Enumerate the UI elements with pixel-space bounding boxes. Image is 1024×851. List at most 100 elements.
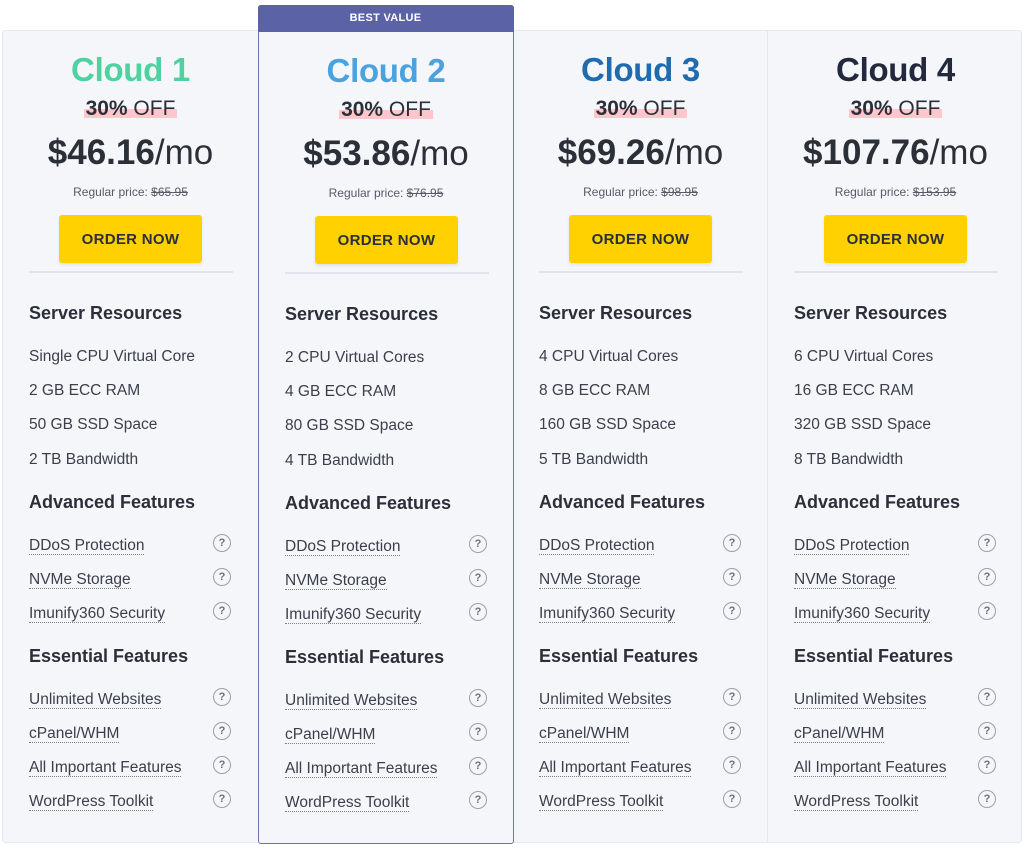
advanced-feature-link[interactable]: DDoS Protection	[794, 537, 910, 555]
essential-feature-link[interactable]: cPanel/WHM	[539, 725, 630, 743]
plan-name: Cloud 2	[326, 52, 446, 89]
advanced-feature-link[interactable]: DDoS Protection	[539, 537, 655, 555]
help-icon[interactable]: ?	[723, 756, 741, 774]
order-now-button[interactable]: ORDER NOW	[824, 215, 967, 263]
best-value-badge: BEST VALUE	[257, 4, 514, 32]
server-resource-item: 4 GB ECC RAM	[285, 383, 397, 400]
advanced-feature-link[interactable]: DDoS Protection	[285, 538, 401, 556]
help-icon[interactable]: ?	[213, 534, 231, 552]
server-resource-item: 160 GB SSD Space	[539, 416, 676, 433]
help-icon[interactable]: ?	[213, 722, 231, 740]
price-period: /mo	[664, 133, 724, 172]
plan-card-cloud-1: Cloud 1 30% OFF $46.16/mo Regular price: $6…	[3, 31, 258, 842]
essential-feature-link[interactable]: WordPress Toolkit	[29, 793, 154, 811]
help-icon[interactable]: ?	[213, 568, 231, 586]
order-now-button[interactable]: ORDER NOW	[315, 216, 458, 264]
essential-feature-link[interactable]: cPanel/WHM	[794, 725, 885, 743]
help-icon[interactable]: ?	[213, 688, 231, 706]
server-resource-item: Single CPU Virtual Core	[29, 348, 195, 365]
server-resource-item: 2 CPU Virtual Cores	[285, 349, 425, 366]
discount-label: 30% OFF	[768, 97, 1023, 121]
essential-feature-link[interactable]: All Important Features	[539, 759, 692, 777]
price-amount: $46.16	[47, 133, 155, 172]
price-period: /mo	[929, 133, 988, 172]
server-resource-item: 5 TB Bandwidth	[539, 451, 649, 468]
help-icon[interactable]: ?	[978, 790, 996, 808]
regular-price-label: Regular price:	[583, 185, 662, 199]
help-icon[interactable]: ?	[978, 756, 996, 774]
help-icon[interactable]: ?	[723, 722, 741, 740]
plan-name: Cloud 3	[581, 51, 700, 88]
help-icon[interactable]: ?	[723, 602, 741, 620]
essential-feature-link[interactable]: cPanel/WHM	[285, 726, 376, 744]
essential-feature-link[interactable]: All Important Features	[794, 759, 947, 777]
advanced-feature-link[interactable]: Imunify360 Security	[794, 605, 931, 623]
order-now-button[interactable]: ORDER NOW	[569, 215, 712, 263]
help-icon[interactable]: ?	[978, 534, 996, 552]
regular-price-value: $65.95	[151, 185, 188, 199]
help-icon[interactable]: ?	[469, 689, 487, 707]
price-amount: $107.76	[803, 133, 930, 172]
discount-highlight: 30% OFF	[83, 97, 178, 121]
help-icon[interactable]: ?	[213, 602, 231, 620]
essential-feature-link[interactable]: Unlimited Websites	[285, 692, 418, 710]
help-icon[interactable]: ?	[469, 535, 487, 553]
essential-feature-link[interactable]: Unlimited Websites	[794, 691, 927, 709]
essential-feature-link[interactable]: All Important Features	[29, 759, 182, 777]
discount-highlight: 30% OFF	[593, 97, 688, 121]
help-icon[interactable]: ?	[978, 722, 996, 740]
essential-feature-link[interactable]: Unlimited Websites	[539, 691, 672, 709]
help-icon[interactable]: ?	[469, 757, 487, 775]
order-now-button[interactable]: ORDER NOW	[59, 215, 202, 263]
help-icon[interactable]: ?	[723, 568, 741, 586]
plan-card-cloud-3: Cloud 3 30% OFF $69.26/mo Regular price: $9…	[513, 31, 768, 842]
essential-feature-link[interactable]: cPanel/WHM	[29, 725, 120, 743]
advanced-feature-link[interactable]: DDoS Protection	[29, 537, 145, 555]
advanced-feature-link[interactable]: Imunify360 Security	[285, 606, 422, 624]
discount-off: OFF	[892, 97, 941, 120]
discount-label: 30% OFF	[259, 98, 513, 122]
advanced-feature-link[interactable]: Imunify360 Security	[539, 605, 676, 623]
regular-price-value: $153.95	[912, 185, 957, 199]
price-amount: $53.86	[303, 134, 411, 173]
server-resource-item: 4 TB Bandwidth	[285, 452, 395, 469]
essential-features-title: Essential Features	[29, 646, 189, 666]
help-icon[interactable]: ?	[978, 568, 996, 586]
advanced-feature-link[interactable]: Imunify360 Security	[29, 605, 166, 623]
help-icon[interactable]: ?	[978, 602, 996, 620]
regular-price: Regular price: $65.95	[3, 185, 258, 199]
regular-price-label: Regular price:	[73, 185, 152, 199]
help-icon[interactable]: ?	[978, 688, 996, 706]
server-resource-item: 6 CPU Virtual Cores	[794, 348, 934, 365]
essential-feature-link[interactable]: WordPress Toolkit	[794, 793, 919, 811]
server-resources-title: Server Resources	[794, 303, 948, 323]
advanced-feature-link[interactable]: NVMe Storage	[794, 571, 896, 589]
server-resource-item: 8 TB Bandwidth	[794, 451, 904, 468]
essential-features-title: Essential Features	[285, 647, 445, 667]
help-icon[interactable]: ?	[723, 790, 741, 808]
help-icon[interactable]: ?	[213, 756, 231, 774]
essential-feature-link[interactable]: Unlimited Websites	[29, 691, 162, 709]
card-divider	[794, 271, 998, 273]
help-icon[interactable]: ?	[469, 791, 487, 809]
price-period: /mo	[154, 133, 214, 172]
advanced-feature-link[interactable]: NVMe Storage	[29, 571, 131, 589]
help-icon[interactable]: ?	[469, 603, 487, 621]
advanced-feature-link[interactable]: NVMe Storage	[539, 571, 641, 589]
plan-price: $107.76/mo	[768, 133, 1023, 173]
regular-price-label: Regular price:	[834, 185, 913, 199]
advanced-features-title: Advanced Features	[539, 492, 706, 512]
essential-feature-link[interactable]: WordPress Toolkit	[539, 793, 664, 811]
help-icon[interactable]: ?	[723, 534, 741, 552]
help-icon[interactable]: ?	[723, 688, 741, 706]
essential-feature-link[interactable]: WordPress Toolkit	[285, 794, 410, 812]
essential-features-title: Essential Features	[794, 646, 954, 666]
essential-feature-link[interactable]: All Important Features	[285, 760, 438, 778]
regular-price-value: $98.95	[661, 185, 698, 199]
help-icon[interactable]: ?	[213, 790, 231, 808]
advanced-feature-link[interactable]: NVMe Storage	[285, 572, 387, 590]
card-divider	[285, 272, 489, 274]
help-icon[interactable]: ?	[469, 723, 487, 741]
discount-percent: 30%	[341, 98, 384, 121]
help-icon[interactable]: ?	[469, 569, 487, 587]
